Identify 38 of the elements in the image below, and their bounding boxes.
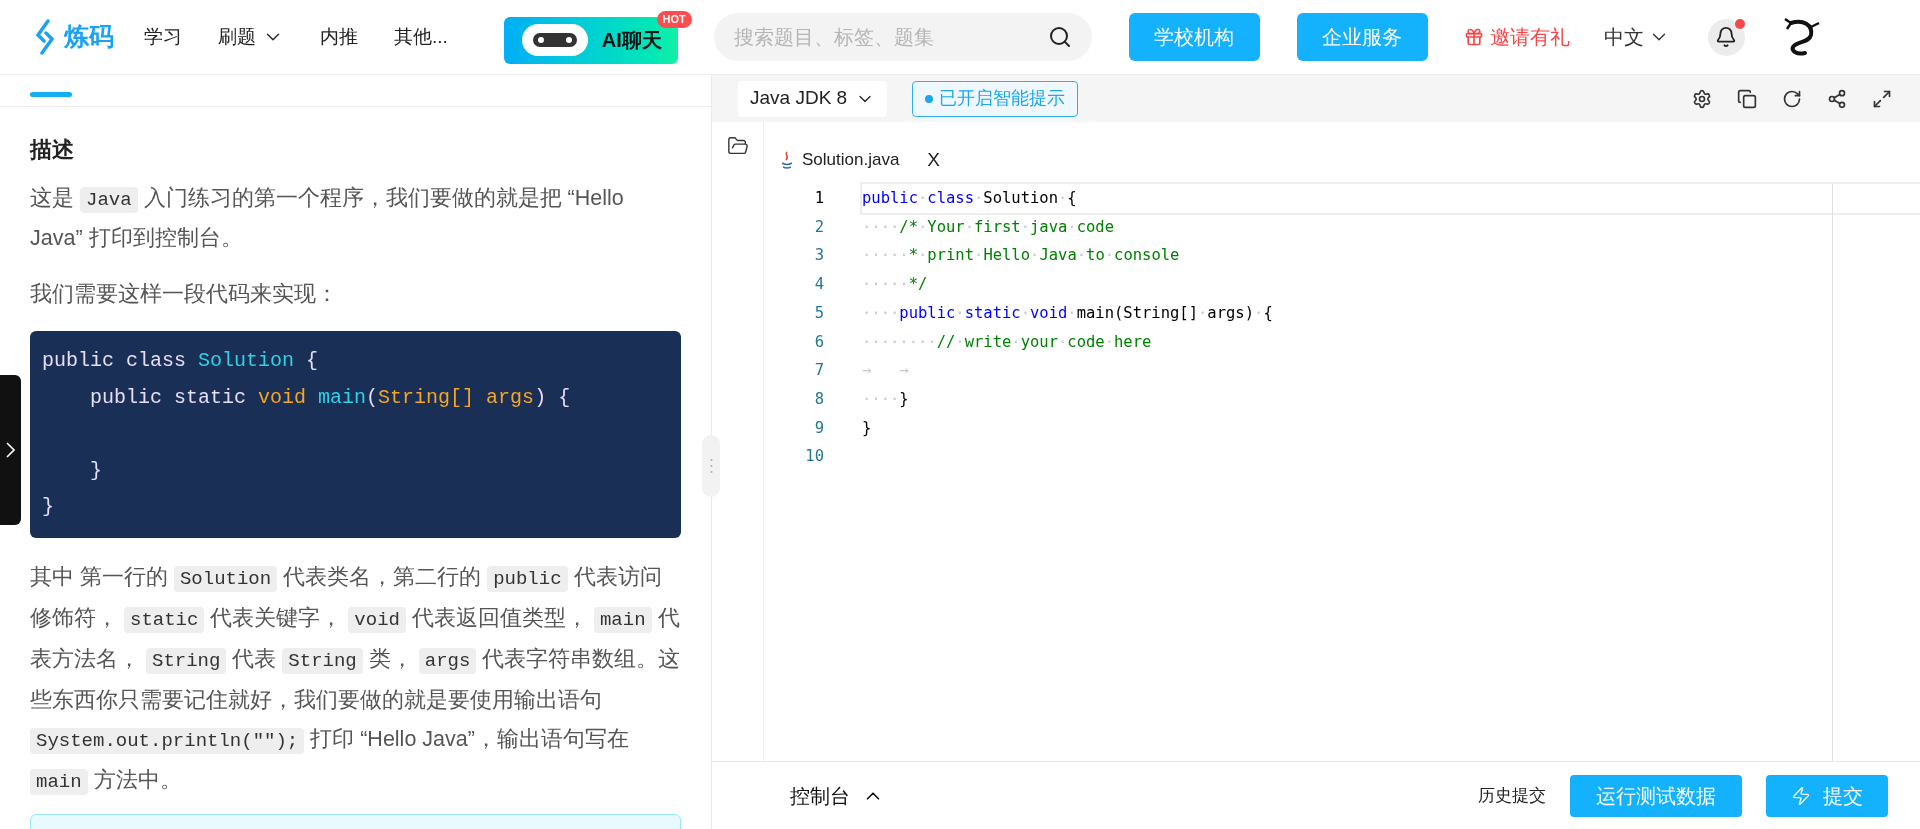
line-number: 10 [804,446,824,468]
code-line: ·····*/ [862,274,929,296]
search-field[interactable]: 搜索题目、标签、题集 [713,13,1092,61]
search-input[interactable]: 搜索题目、标签、题集 [733,22,1048,52]
description-text: 我们需要这样一段代码来实现： [30,281,339,308]
code-block: public class Solution { public static void main(String[] args) { } } [30,331,681,538]
code-line: → → [862,360,910,382]
language-dropdown[interactable]: Java JDK 8 [738,80,888,117]
line-number: 2 [813,216,824,238]
nav-link[interactable]: 内推 [320,22,358,52]
code-line: ····/*·Your·first·java·code [862,216,1116,238]
nav-link[interactable]: 刷题 [218,22,284,52]
code-line: ····} [862,388,910,410]
close-tab-button[interactable]: X [927,148,941,172]
code-line: ·····*·print·Hello·Java·to·console [862,245,1181,267]
description-text: 这是 Java 入门练习的第一个程序，我们要做的就是把 “Hello Java” 打印到控制台。 [30,185,625,252]
current-line: public·class·Solution·{ [862,184,1920,213]
line-number: 1 [813,188,824,209]
file-tab[interactable]: Solution.java [780,148,900,172]
code-line: ····public·static·void·main(String[]·args)·{ [862,302,1274,324]
nav-link[interactable]: 其他... [394,22,448,52]
explanation-text: 其中 第一行的 Solution 代表类名，第二行的 public 代表访问修饰符， static 代表关键字， void 代表返回值类型， main 代表方法名， String 代表 String 类， args 代表字符串数组。这些东西你只需要记住就好，我们要做的就是要使用输出语句 System.out.println(""); 打印 “Hello Java”，输出语句写在 main 方法中。 [30,563,681,797]
line-number: 7 [813,360,824,382]
history-link[interactable]: 历史提交 [1478,782,1546,809]
line-number: 6 [813,331,824,353]
console-toggle[interactable]: 控制台 [790,780,884,811]
invite-link[interactable]: 邀请有礼 [1463,22,1570,52]
line-number: 8 [813,388,824,410]
nav-link[interactable]: 学习 [144,22,182,52]
line-number: 3 [813,245,824,267]
line-number: 4 [813,274,824,296]
line-number: 9 [813,417,824,439]
code-line: ········//·write·your·code·here [862,331,1153,353]
code-line: } [862,417,873,439]
line-number: 5 [813,302,824,324]
hot-badge: HOT [656,10,692,28]
section-heading: 描述 [30,136,75,164]
language-select[interactable]: 中文 [1603,22,1670,52]
